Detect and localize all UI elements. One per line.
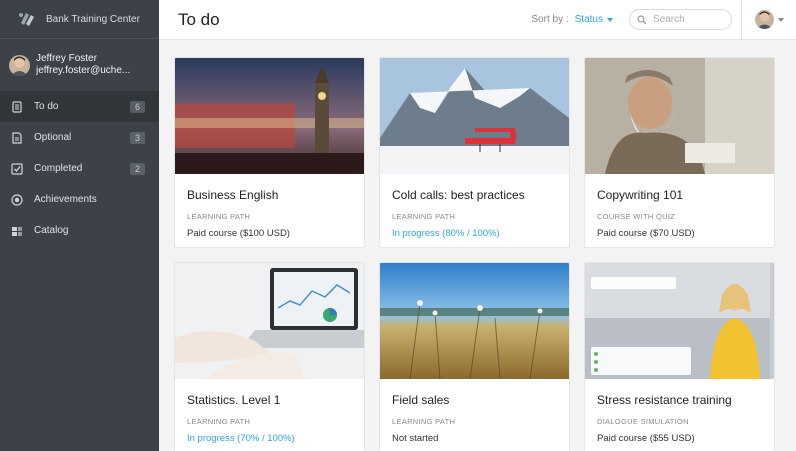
sidebar-item-catalog[interactable]: Catalog <box>0 215 159 246</box>
catalog-icon <box>12 226 22 236</box>
todo-icon <box>12 100 22 113</box>
sidebar-item-optional[interactable]: Optional 3 <box>0 122 159 153</box>
sidebar-item-todo[interactable]: To do 6 <box>0 91 159 122</box>
course-thumbnail <box>380 58 569 174</box>
course-status: In progress (80% / 100%) <box>392 228 500 239</box>
course-thumbnail <box>585 263 774 379</box>
brand-logo-icon <box>19 13 34 26</box>
course-status: Paid course ($100 USD) <box>187 228 290 239</box>
sort-dropdown[interactable]: Status <box>575 14 603 25</box>
course-thumbnail <box>585 58 774 174</box>
user-name: Jeffrey Foster <box>36 53 97 64</box>
search-input[interactable] <box>653 14 723 25</box>
course-card-stress-resistance[interactable]: Stress resistance training DIALOGUE SIMU… <box>584 262 775 451</box>
course-card-cold-calls[interactable]: Cold calls: best practices LEARNING PATH… <box>379 57 570 248</box>
sidebar-item-achievements[interactable]: Achievements <box>0 184 159 215</box>
count-badge: 3 <box>129 131 145 144</box>
sidebar-item-label: To do <box>34 101 59 112</box>
user-email: jeffrey.foster@uche... <box>36 65 131 76</box>
course-title: Statistics. Level 1 <box>187 393 281 407</box>
sidebar-item-label: Catalog <box>34 225 69 236</box>
completed-icon <box>11 162 23 175</box>
course-status: Not started <box>392 433 439 444</box>
avatar <box>754 10 774 29</box>
sidebar-item-label: Achievements <box>34 194 97 205</box>
course-title: Stress resistance training <box>597 393 732 407</box>
course-type: COURSE WITH QUIZ <box>597 212 676 221</box>
sidebar: Bank Training Center Jeffrey Foster jeff… <box>0 0 159 451</box>
optional-icon <box>12 131 22 144</box>
avatar <box>9 54 30 76</box>
course-card-business-english[interactable]: Business English LEARNING PATH Paid cour… <box>174 57 365 248</box>
chevron-down-icon[interactable] <box>607 17 613 22</box>
course-thumbnail <box>380 263 569 379</box>
user-menu[interactable] <box>741 0 796 40</box>
course-type: DIALOGUE SIMULATION <box>597 417 689 426</box>
sidebar-item-label: Optional <box>34 132 72 143</box>
course-status: Paid course ($70 USD) <box>597 228 695 239</box>
course-thumbnail <box>175 263 364 379</box>
brand-name: Bank Training Center <box>46 13 140 25</box>
search-icon <box>637 14 647 24</box>
course-title: Cold calls: best practices <box>392 188 525 202</box>
brand[interactable]: Bank Training Center <box>0 0 159 39</box>
course-type: LEARNING PATH <box>187 417 251 426</box>
course-type: LEARNING PATH <box>187 212 251 221</box>
achievements-icon <box>11 193 23 206</box>
course-card-copywriting[interactable]: Copywriting 101 COURSE WITH QUIZ Paid co… <box>584 57 775 248</box>
course-type: LEARNING PATH <box>392 212 456 221</box>
course-title: Business English <box>187 188 279 202</box>
chevron-down-icon <box>777 17 784 22</box>
course-title: Copywriting 101 <box>597 188 684 202</box>
course-type: LEARNING PATH <box>392 417 456 426</box>
search-box[interactable] <box>629 9 732 30</box>
count-badge: 6 <box>129 100 145 113</box>
course-card-field-sales[interactable]: Field sales LEARNING PATH Not started <box>379 262 570 451</box>
course-card-statistics[interactable]: Statistics. Level 1 LEARNING PATH In pro… <box>174 262 365 451</box>
course-status: In progress (70% / 100%) <box>187 433 295 444</box>
course-title: Field sales <box>392 393 450 407</box>
sidebar-item-completed[interactable]: Completed 2 <box>0 153 159 184</box>
sidebar-item-label: Completed <box>34 163 83 174</box>
course-status: Paid course ($55 USD) <box>597 433 695 444</box>
top-bar: To do Sort by : Status <box>159 0 796 40</box>
user-profile[interactable]: Jeffrey Foster jeffrey.foster@uche... <box>0 39 159 91</box>
count-badge: 2 <box>129 162 145 175</box>
page-title: To do <box>178 9 220 29</box>
course-thumbnail <box>175 58 364 174</box>
sort-label: Sort by : <box>531 14 569 25</box>
